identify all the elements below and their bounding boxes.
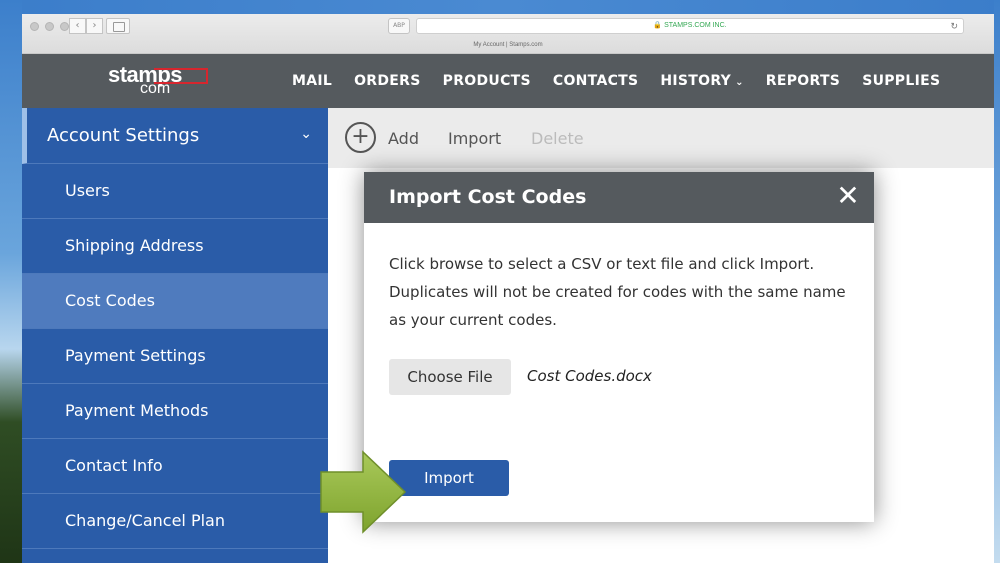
- chevron-down-icon: ⌄: [300, 126, 312, 142]
- sidebar-item-shipping-address[interactable]: Shipping Address: [22, 219, 328, 274]
- back-icon[interactable]: ‹: [69, 18, 86, 34]
- sidebar-item-label: Users: [65, 181, 110, 200]
- sidebar-item-label: Payment Methods: [65, 401, 209, 420]
- site-header: stamps com MAIL ORDERS PRODUCTS CONTACTS…: [22, 54, 994, 108]
- sidebar-item-contact-info[interactable]: Contact Info: [22, 439, 328, 494]
- chevron-down-icon: ⌄: [735, 77, 744, 88]
- main-nav: MAIL ORDERS PRODUCTS CONTACTS HISTORY ⌄ R…: [292, 54, 962, 108]
- close-window-button[interactable]: [30, 22, 39, 31]
- nav-mail[interactable]: MAIL: [292, 73, 332, 89]
- desktop-background-left: [0, 0, 22, 563]
- nav-contacts[interactable]: CONTACTS: [553, 73, 639, 89]
- sidebar-item-cost-codes[interactable]: Cost Codes: [22, 274, 328, 329]
- delete-button: Delete: [531, 129, 584, 148]
- window-controls: [30, 22, 69, 31]
- stamps-logo[interactable]: stamps com: [108, 62, 208, 100]
- sidebar-item-users[interactable]: Users: [22, 164, 328, 219]
- extension-icon[interactable]: ABP: [388, 18, 410, 34]
- dialog-header: Import Cost Codes ✕: [364, 172, 874, 223]
- close-icon[interactable]: ✕: [834, 182, 862, 210]
- dialog-title: Import Cost Codes: [389, 186, 587, 208]
- nav-reports[interactable]: REPORTS: [766, 73, 840, 89]
- green-arrow-icon: [320, 450, 407, 534]
- sidebar-item-payment-methods[interactable]: Payment Methods: [22, 384, 328, 439]
- history-nav: ‹ ›: [69, 18, 103, 34]
- add-icon[interactable]: +: [345, 122, 376, 153]
- nav-products[interactable]: PRODUCTS: [443, 73, 531, 89]
- nav-history-label: HISTORY: [660, 73, 732, 89]
- add-button[interactable]: Add: [388, 129, 419, 148]
- sidebar-item-label: Change/Cancel Plan: [65, 511, 225, 530]
- account-sidebar: Account Settings ⌄ Users Shipping Addres…: [22, 108, 328, 563]
- sidebar-item-label: Contact Info: [65, 456, 163, 475]
- desktop-background: [0, 0, 1000, 14]
- minimize-window-button[interactable]: [45, 22, 54, 31]
- sidebar-toggle-icon[interactable]: [106, 18, 130, 34]
- sidebar-header-account-settings[interactable]: Account Settings ⌄: [22, 108, 328, 164]
- nav-supplies[interactable]: SUPPLIES: [862, 73, 940, 89]
- cost-codes-toolbar: + Add Import Delete: [328, 108, 994, 168]
- sidebar-item-payment-settings[interactable]: Payment Settings: [22, 329, 328, 384]
- tab-title[interactable]: My Account | Stamps.com: [22, 38, 994, 53]
- desktop-background-right: [994, 0, 1000, 563]
- reload-icon[interactable]: ↻: [950, 19, 958, 33]
- sidebar-item-label: Shipping Address: [65, 236, 204, 255]
- address-bar[interactable]: 🔒 STAMPS.COM INC. ↻: [416, 18, 964, 34]
- forward-icon[interactable]: ›: [86, 18, 103, 34]
- import-toolbar-button[interactable]: Import: [448, 129, 501, 148]
- nav-history[interactable]: HISTORY ⌄: [660, 73, 743, 89]
- sidebar-header-label: Account Settings: [47, 125, 200, 146]
- import-cost-codes-dialog: Import Cost Codes ✕ Click browse to sele…: [364, 172, 874, 522]
- sidebar-item-change-cancel-plan[interactable]: Change/Cancel Plan: [22, 494, 328, 549]
- nav-orders[interactable]: ORDERS: [354, 73, 421, 89]
- choose-file-button[interactable]: Choose File: [389, 359, 511, 395]
- selected-file-name: Cost Codes.docx: [527, 367, 652, 385]
- browser-chrome: ‹ › ABP 🔒 STAMPS.COM INC. ↻ My Account | …: [22, 14, 994, 54]
- lock-icon: 🔒: [653, 22, 663, 29]
- zoom-window-button[interactable]: [60, 22, 69, 31]
- import-button[interactable]: Import: [389, 460, 509, 496]
- address-text: STAMPS.COM INC.: [664, 22, 727, 29]
- sidebar-item-label: Payment Settings: [65, 346, 206, 365]
- logo-com-text: com: [140, 80, 171, 97]
- sidebar-item-label: Cost Codes: [65, 291, 155, 310]
- dialog-instructions: Click browse to select a CSV or text fil…: [389, 255, 846, 329]
